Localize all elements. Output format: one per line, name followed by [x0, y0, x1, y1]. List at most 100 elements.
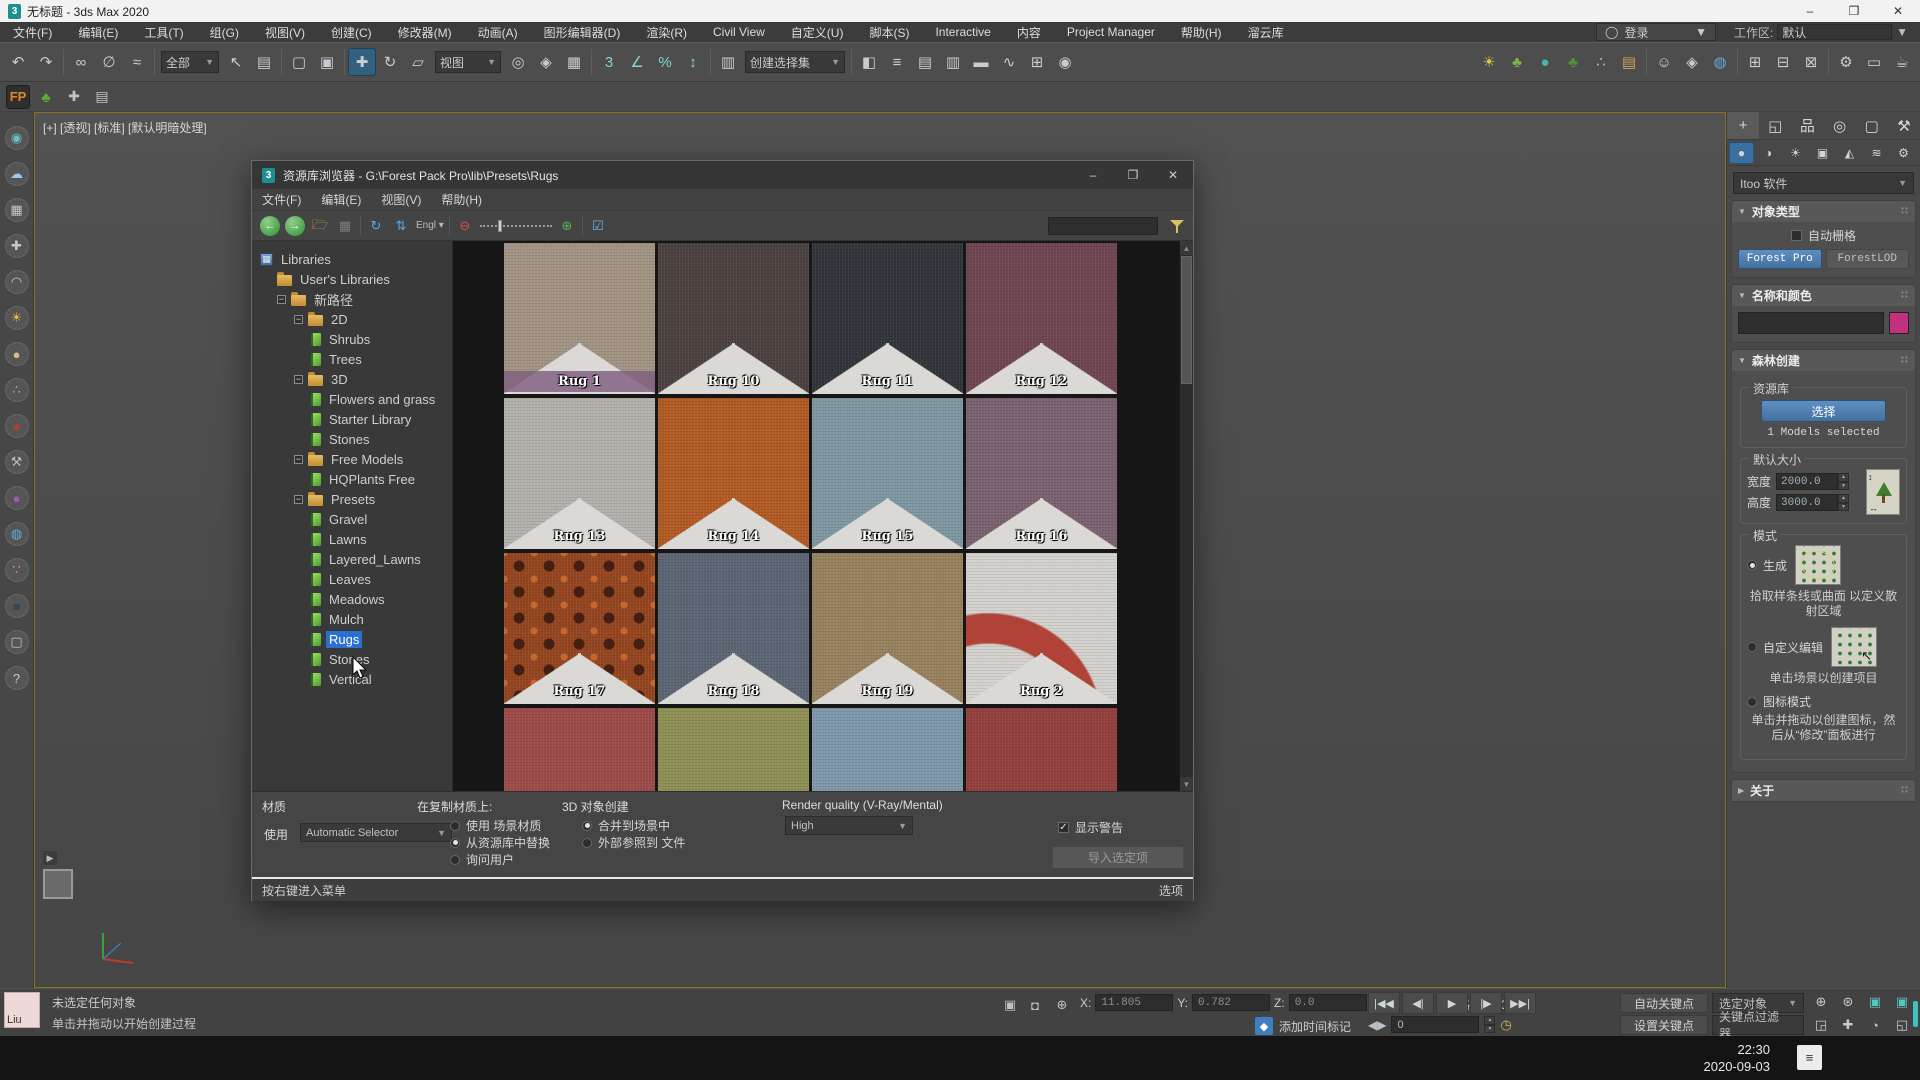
- up-folder-icon[interactable]: 🗁: [310, 216, 330, 236]
- align-icon[interactable]: ≡: [883, 48, 911, 76]
- select-and-rotate-icon[interactable]: ↻: [376, 48, 404, 76]
- tree-item-starter-library[interactable]: Starter Library: [252, 409, 452, 429]
- tree-item-layered-lawns[interactable]: Layered_Lawns: [252, 549, 452, 569]
- sphere-brush-icon[interactable]: ●: [1531, 48, 1559, 76]
- menubar-item-8[interactable]: 图形编辑器(D): [531, 22, 634, 42]
- zoom-in-icon[interactable]: ⊕: [557, 216, 577, 236]
- tree-item-3d[interactable]: −3D: [252, 369, 452, 389]
- current-frame-field[interactable]: 0: [1391, 1016, 1479, 1033]
- menubar-item-12[interactable]: 脚本(S): [856, 22, 922, 42]
- rug-thumbnail-rug-19[interactable]: Rug 19: [812, 553, 963, 704]
- go-to-end-button[interactable]: ▶▶|: [1504, 992, 1536, 1014]
- tree-item-lawns[interactable]: Lawns: [252, 529, 452, 549]
- drop-icon[interactable]: ●: [5, 414, 29, 438]
- grid-array-icon[interactable]: ⊞: [1741, 48, 1769, 76]
- sphere-tan-icon[interactable]: ●: [5, 342, 29, 366]
- search-input[interactable]: [1048, 217, 1158, 235]
- rug-thumbnail-rug-1[interactable]: Rug 1: [504, 243, 655, 394]
- spin-up-icon[interactable]: ▲: [1838, 494, 1849, 503]
- select-check-icon[interactable]: ☑: [588, 216, 608, 236]
- go-to-start-button[interactable]: |◀◀: [1368, 992, 1400, 1014]
- notification-icon[interactable]: ≡: [1797, 1045, 1822, 1070]
- select-and-link-icon[interactable]: ∞: [67, 48, 95, 76]
- menubar-item-15[interactable]: Project Manager: [1054, 22, 1168, 42]
- spin-up-icon[interactable]: ▲: [1838, 473, 1849, 482]
- close-button[interactable]: ✕: [1876, 4, 1920, 18]
- angle-snap-icon[interactable]: ∠: [623, 48, 651, 76]
- object-name-input[interactable]: [1738, 312, 1884, 334]
- dialog-options-link[interactable]: 选项: [1159, 882, 1183, 899]
- plant-icon[interactable]: ♣: [1503, 48, 1531, 76]
- rug-thumbnail-rug-15[interactable]: Rug 15: [812, 398, 963, 549]
- forest-lod-button[interactable]: ForestLOD: [1826, 249, 1910, 269]
- category-dropdown[interactable]: Itoo 软件▼: [1733, 172, 1914, 194]
- duplicate-material-option-0[interactable]: 使用 场景材质: [450, 818, 550, 833]
- tree-item-2d[interactable]: −2D: [252, 309, 452, 329]
- render-production-icon[interactable]: ☕: [1888, 48, 1916, 76]
- menubar-item-0[interactable]: 文件(F): [0, 22, 65, 42]
- cloud-icon[interactable]: ☁: [5, 162, 29, 186]
- tree-item-stones[interactable]: Stones: [252, 429, 452, 449]
- tree-item--[interactable]: −新路径: [252, 289, 452, 309]
- select-and-move-icon[interactable]: ✚: [348, 48, 376, 76]
- chart-icon[interactable]: ⊠: [1797, 48, 1825, 76]
- sphere-purple-icon[interactable]: ●: [5, 486, 29, 510]
- workspace-value[interactable]: 默认: [1777, 24, 1892, 40]
- confetti-icon[interactable]: ∵: [5, 558, 29, 582]
- viewport-label[interactable]: [+] [透视] [标准] [默认明暗处理]: [43, 119, 207, 136]
- forest-creation-rollout-header[interactable]: ▼森林创建∷: [1732, 350, 1915, 371]
- forest-tools-icon[interactable]: ✚: [62, 85, 86, 109]
- lock-icon[interactable]: ◈: [1678, 48, 1706, 76]
- duplicate-material-option-1[interactable]: 从资源库中替换: [450, 835, 550, 850]
- workspace-selector[interactable]: 工作区:默认▼: [1726, 23, 1916, 41]
- creation-option-0[interactable]: 合并到场景中: [582, 818, 700, 833]
- collapse-toggle-icon[interactable]: −: [277, 295, 286, 304]
- zoom-icon[interactable]: ⊕: [1808, 991, 1834, 1013]
- axe-icon[interactable]: ⚒: [5, 450, 29, 474]
- menubar-item-7[interactable]: 动画(A): [465, 22, 531, 42]
- dialog-close-button[interactable]: ✕: [1153, 168, 1193, 182]
- rug-thumbnail-rug-17[interactable]: Rug 17: [504, 553, 655, 704]
- key-filters-button[interactable]: 关键点过滤器...: [1712, 1015, 1804, 1035]
- tree-item-shrubs[interactable]: Shrubs: [252, 329, 452, 349]
- zoom-extents-icon[interactable]: ▣: [1862, 991, 1888, 1013]
- sub-cameras-icon[interactable]: ▣: [1810, 142, 1835, 164]
- use-pivot-point-icon[interactable]: ◎: [504, 48, 532, 76]
- forest-pack-logo[interactable]: FP: [6, 85, 30, 109]
- bind-to-space-warp-icon[interactable]: ≈: [123, 48, 151, 76]
- tree-item-free-models[interactable]: −Free Models: [252, 449, 452, 469]
- rendered-frame-icon[interactable]: ▭: [1860, 48, 1888, 76]
- spin-down-icon[interactable]: ▼: [1484, 1025, 1495, 1034]
- maximize-viewport-icon[interactable]: ◱: [1889, 1014, 1915, 1036]
- window-crossing-icon[interactable]: ▣: [313, 48, 341, 76]
- select-by-name-icon[interactable]: ▤: [250, 48, 278, 76]
- rug-thumbnail-partial-14[interactable]: [812, 708, 963, 791]
- tab-create-icon[interactable]: +: [1727, 112, 1759, 139]
- duplicate-material-option-2[interactable]: 询问用户: [450, 852, 550, 867]
- spin-up-icon[interactable]: ▲: [1484, 1016, 1495, 1025]
- select-and-manipulate-icon[interactable]: ◈: [532, 48, 560, 76]
- layer-manager-icon[interactable]: ▤: [911, 48, 939, 76]
- forest-trees-icon[interactable]: ♣: [1559, 48, 1587, 76]
- material-selector-dropdown[interactable]: Automatic Selector▼: [300, 823, 452, 842]
- collapse-toggle-icon[interactable]: −: [294, 315, 303, 324]
- menubar-item-10[interactable]: Civil View: [700, 22, 778, 42]
- x-coordinate-field[interactable]: 11.805: [1095, 994, 1173, 1011]
- ribbon-icon[interactable]: ▬: [967, 48, 995, 76]
- collapse-toggle-icon[interactable]: −: [294, 455, 303, 464]
- menubar-item-14[interactable]: 内容: [1004, 22, 1054, 42]
- toolbar-expand-arrow-icon[interactable]: ▶: [43, 851, 57, 865]
- unlink-selection-icon[interactable]: ∅: [95, 48, 123, 76]
- cube-light-icon[interactable]: ▢: [5, 630, 29, 654]
- sub-helpers-icon[interactable]: ◭: [1837, 142, 1862, 164]
- tree-item-stones[interactable]: Stones: [252, 649, 452, 669]
- tab-hierarchy-icon[interactable]: 品: [1791, 112, 1823, 139]
- menubar-item-11[interactable]: 自定义(U): [778, 22, 857, 42]
- tab-utilities-icon[interactable]: ⚒: [1888, 112, 1920, 139]
- mode-radio-2[interactable]: 图标模式: [1747, 694, 1811, 709]
- thumbnail-scrollbar[interactable]: ▲ ▼: [1179, 241, 1193, 791]
- globe-icon[interactable]: ◍: [1706, 48, 1734, 76]
- rectangular-selection-region-icon[interactable]: ▢: [285, 48, 313, 76]
- spin-down-icon[interactable]: ▼: [1838, 503, 1849, 512]
- menubar-item-1[interactable]: 编辑(E): [65, 22, 131, 42]
